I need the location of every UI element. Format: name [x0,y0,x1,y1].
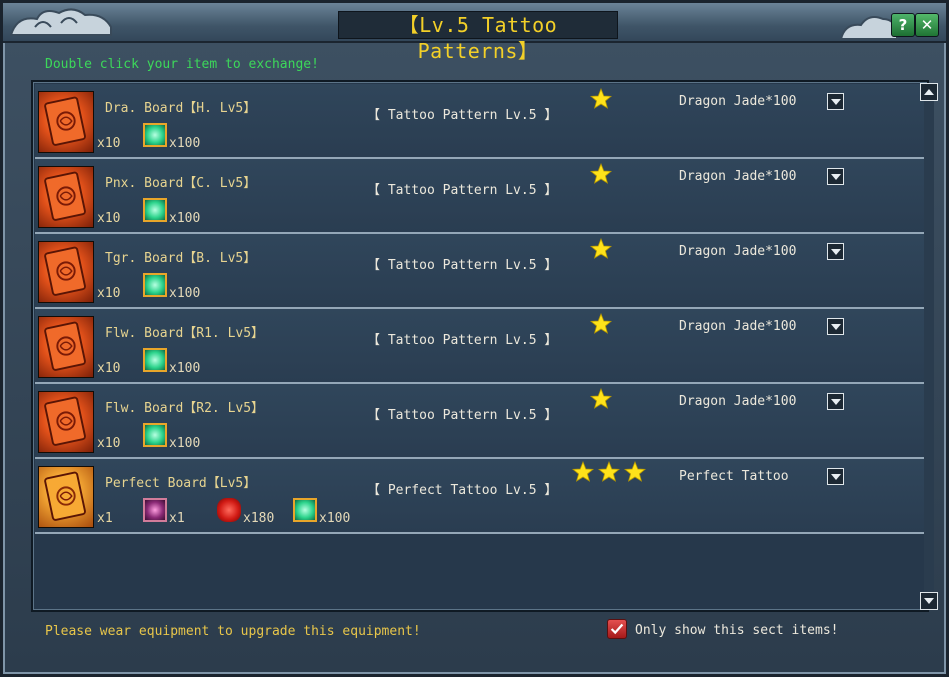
perfect-board-icon [44,471,86,521]
item-name: Flw. Board【R2. Lv5】 [105,401,265,416]
chevron-down-icon[interactable] [827,93,844,110]
exchange-list[interactable]: x10 Dra. Board【H. Lv5】 x100 【 Tattoo Patter… [31,80,929,612]
tattoo-pattern-result: 【 Tattoo Pattern Lv.5 】 [367,333,558,348]
footer-message: Please wear equipment to upgrade this eq… [45,624,421,639]
title-bar[interactable]: 【Lv.5 Tattoo Patterns】 ? ✕ [3,3,946,63]
material-quantity: x100 [169,136,201,151]
material-quantity: x100 [169,211,201,226]
exchange-cost: Dragon Jade*100 [679,394,797,409]
star-icon [589,387,613,410]
exchange-hint: Double click your item to exchange! [45,57,319,72]
jade-material-icon [143,348,167,372]
exchange-cost: Dragon Jade*100 [679,319,797,334]
item-quantity: x10 [97,136,121,151]
chevron-down-icon[interactable] [827,168,844,185]
checkmark-icon [610,623,624,635]
material-quantity: x100 [169,361,201,376]
purple-material-icon [143,498,167,522]
star-icon [571,460,595,483]
star-icon [589,237,613,260]
exchange-cost: Dragon Jade*100 [679,94,797,109]
close-button[interactable]: ✕ [915,13,939,37]
star-icon [589,312,613,335]
exchange-cost: Dragon Jade*100 [679,169,797,184]
item-slot[interactable] [38,316,94,378]
tattoo-board-icon [44,321,86,371]
tattoo-board-icon [44,246,86,296]
item-slot[interactable] [38,166,94,228]
item-quantity: x10 [97,211,121,226]
star-icon [597,460,621,483]
exchange-cost: Dragon Jade*100 [679,244,797,259]
list-item[interactable]: x10 Tgr. Board【B. Lv5】 x100 【 Tattoo Patter… [35,234,924,309]
chevron-down-icon[interactable] [827,393,844,410]
exchange-cost: Perfect Tattoo [679,469,789,484]
item-quantity: x10 [97,286,121,301]
item-slot[interactable] [38,91,94,153]
tattoo-pattern-result: 【 Perfect Tattoo Lv.5 】 [367,483,558,498]
item-name: Flw. Board【R1. Lv5】 [105,326,265,341]
redgem-material-icon [217,498,241,522]
list-item[interactable]: x10 Flw. Board【R2. Lv5】 x100 【 Tattoo Patte… [35,384,924,459]
tattoo-pattern-result: 【 Tattoo Pattern Lv.5 】 [367,408,558,423]
jade-material-icon [143,198,167,222]
material-quantity: x180 [243,511,275,526]
tattoo-pattern-result: 【 Tattoo Pattern Lv.5 】 [367,258,558,273]
scroll-up-button[interactable] [920,83,938,101]
material-quantity: x100 [169,436,201,451]
scroll-down-button[interactable] [920,592,938,610]
material-quantity: x100 [169,286,201,301]
list-item[interactable]: x10 Dra. Board【H. Lv5】 x100 【 Tattoo Patter… [35,84,924,159]
item-slot[interactable] [38,241,94,303]
window-title: 【Lv.5 Tattoo Patterns】 [338,11,618,63]
chevron-down-icon[interactable] [827,243,844,260]
material-quantity: x100 [319,511,351,526]
jade-material-icon [143,423,167,447]
material-quantity: x1 [169,511,185,526]
item-quantity: x10 [97,361,121,376]
chevron-down-icon[interactable] [827,318,844,335]
cloud-ornament-icon [9,8,112,36]
item-name: Pnx. Board【C. Lv5】 [105,176,257,191]
list-item[interactable]: x10 Pnx. Board【C. Lv5】 x100 【 Tattoo Patter… [35,159,924,234]
list-item[interactable]: x10 Flw. Board【R1. Lv5】 x100 【 Tattoo Patte… [35,309,924,384]
tattoo-pattern-result: 【 Tattoo Pattern Lv.5 】 [367,183,558,198]
item-name: Perfect Board【Lv5】 [105,476,257,491]
tattoo-board-icon [44,96,86,146]
sect-filter-checkbox[interactable] [607,619,627,639]
item-quantity: x1 [97,511,113,526]
help-button[interactable]: ? [891,13,915,37]
star-icon [589,162,613,185]
item-name: Tgr. Board【B. Lv5】 [105,251,257,266]
tattoo-exchange-window: 【Lv.5 Tattoo Patterns】 ? ✕ Double click … [0,0,949,677]
tattoo-board-icon [44,396,86,446]
list-item[interactable]: x1 Perfect Board【Lv5】 x1 x180 x100 【 Perfect … [35,459,924,534]
tattoo-pattern-result: 【 Tattoo Pattern Lv.5 】 [367,108,558,123]
item-quantity: x10 [97,436,121,451]
tattoo-board-icon [44,171,86,221]
item-slot[interactable] [38,466,94,528]
sect-filter-label[interactable]: Only show this sect items! [635,623,839,638]
scrollbar-track[interactable] [924,101,934,592]
jade-material-icon [143,123,167,147]
jade-material-icon [293,498,317,522]
star-icon [623,460,647,483]
star-icon [589,87,613,110]
item-name: Dra. Board【H. Lv5】 [105,101,257,116]
item-slot[interactable] [38,391,94,453]
cloud-ornament-icon [839,16,898,40]
jade-material-icon [143,273,167,297]
chevron-down-icon[interactable] [827,468,844,485]
